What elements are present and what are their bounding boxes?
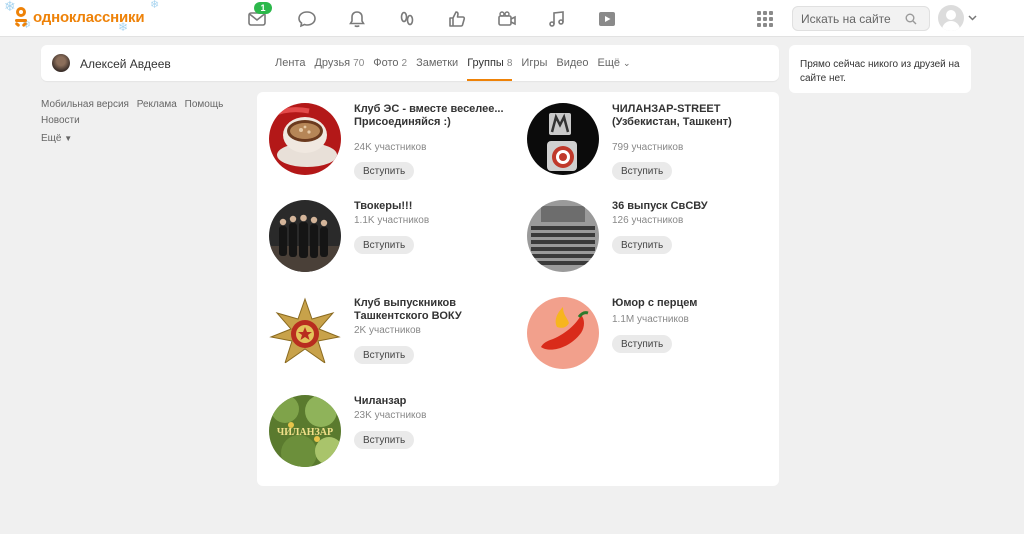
group-members: 23K участников: [354, 410, 427, 421]
tab-video[interactable]: Видео: [556, 45, 588, 81]
group-members: 799 участников: [612, 142, 684, 153]
group-avatar[interactable]: [527, 200, 599, 272]
messages-button[interactable]: 1: [232, 2, 282, 29]
join-button[interactable]: Вступить: [354, 431, 415, 449]
avatar: [938, 5, 964, 31]
link-news[interactable]: Новости: [41, 115, 80, 126]
notifications-button[interactable]: [332, 9, 382, 29]
online-friends-text: Прямо сейчас никого из друзей на сайте н…: [800, 59, 960, 84]
notification-badge: 1: [254, 2, 272, 14]
group-avatar[interactable]: [527, 297, 599, 369]
group-card: ЧИЛАНЗАР Чиланзар 23K участников Вступит…: [269, 395, 519, 471]
group-members: 24K участников: [354, 142, 427, 153]
tab-feed[interactable]: Лента: [275, 45, 305, 81]
group-members: 1.1M участников: [612, 314, 689, 325]
chat-icon: [298, 11, 316, 28]
join-button[interactable]: Вступить: [612, 236, 673, 254]
tab-photos[interactable]: Фото 2: [373, 45, 407, 81]
join-button[interactable]: Вступить: [612, 162, 673, 180]
music-button[interactable]: [532, 9, 582, 29]
group-members: 2K участников: [354, 325, 421, 336]
join-button[interactable]: Вступить: [354, 346, 415, 364]
discussions-button[interactable]: [282, 9, 332, 29]
profile-nav-card: Алексей Авдеев Лента Друзья 70 Фото 2 Заме…: [41, 45, 779, 81]
group-card: Клуб выпускников Ташкентского ВОКУ 2K уч…: [269, 297, 519, 373]
top-bar: ❄ ❄ ❄ ❄ одноклассники 1: [0, 0, 1024, 37]
chevron-down-icon: ⌄: [623, 58, 631, 68]
search-input[interactable]: [801, 11, 905, 26]
group-avatar[interactable]: [269, 200, 341, 272]
group-members: 126 участников: [612, 215, 684, 226]
link-mobile-version[interactable]: Мобильная версия: [41, 99, 129, 110]
chevron-down-icon: [968, 15, 977, 21]
footer-links: Мобильная версия Реклама Помощь Новости …: [41, 97, 251, 147]
online-friends-panel: Прямо сейчас никого из друзей на сайте н…: [789, 45, 971, 93]
apps-grid-icon[interactable]: [757, 11, 773, 27]
group-card: 36 выпуск СвСВУ 126 участников Вступить: [527, 200, 777, 276]
caret-down-icon: ▼: [64, 134, 73, 143]
profile-tabs: Лента Друзья 70 Фото 2 Заметки Группы 8 Игр…: [275, 45, 640, 81]
tab-games[interactable]: Игры: [521, 45, 547, 81]
video-calls-button[interactable]: [482, 9, 532, 29]
group-image-text: ЧИЛАНЗАР: [277, 427, 333, 438]
user-menu[interactable]: [938, 5, 977, 31]
group-avatar[interactable]: [269, 103, 341, 175]
group-name[interactable]: Твокеры!!!: [354, 200, 514, 213]
site-logo[interactable]: одноклассники: [14, 7, 145, 28]
tab-count: 70: [353, 58, 365, 69]
group-name[interactable]: Клуб ЭС - вместе веселее... Присоединяйс…: [354, 103, 514, 129]
join-button[interactable]: Вступить: [354, 236, 415, 254]
group-name[interactable]: 36 выпуск СвСВУ: [612, 200, 772, 213]
tab-groups[interactable]: Группы 8: [467, 45, 513, 81]
guests-icon: [400, 11, 414, 26]
tab-count: 8: [506, 58, 513, 69]
group-avatar[interactable]: [527, 103, 599, 175]
profile-avatar[interactable]: [52, 54, 70, 72]
guests-button[interactable]: [382, 9, 432, 29]
search-box: [792, 6, 930, 31]
search-icon[interactable]: [905, 13, 917, 25]
bell-icon: [349, 11, 365, 28]
like-icon: [449, 11, 466, 27]
group-card: Клуб ЭС - вместе веселее... Присоединяйс…: [269, 103, 519, 180]
video-camera-icon: [498, 11, 516, 26]
events-button[interactable]: [432, 9, 482, 29]
group-name[interactable]: ЧИЛАНЗАР-STREET (Узбекистан, Ташкент): [612, 103, 772, 129]
group-avatar[interactable]: [269, 297, 341, 369]
group-card: ЧИЛАНЗАР-STREET (Узбекистан, Ташкент) 79…: [527, 103, 777, 180]
snowflake-icon: ❄: [150, 0, 160, 11]
link-more[interactable]: Ещё ▼: [41, 131, 72, 147]
group-name[interactable]: Клуб выпускников Ташкентского ВОКУ: [354, 297, 514, 323]
group-name[interactable]: Юмор с перцем: [612, 297, 772, 310]
join-button[interactable]: Вступить: [354, 162, 415, 180]
tab-count: 2: [401, 58, 408, 69]
group-avatar[interactable]: ЧИЛАНЗАР: [269, 395, 341, 467]
profile-name[interactable]: Алексей Авдеев: [80, 57, 171, 71]
logo-text: одноклассники: [33, 8, 145, 26]
video-play-icon: [599, 12, 615, 26]
tab-more[interactable]: Ещё ⌄: [598, 45, 631, 81]
ok-logo-icon: [14, 7, 28, 28]
link-help[interactable]: Помощь: [185, 99, 224, 110]
join-button[interactable]: Вступить: [612, 335, 673, 353]
groups-panel: Клуб ЭС - вместе веселее... Присоединяйс…: [257, 92, 779, 486]
group-card: Твокеры!!! 1.1K участников Вступить: [269, 200, 519, 276]
video-button[interactable]: [582, 9, 632, 29]
group-name[interactable]: Чиланзар: [354, 395, 514, 408]
main-nav: 1: [232, 2, 632, 29]
music-icon: [549, 11, 564, 27]
link-ads[interactable]: Реклама: [137, 99, 177, 110]
group-card: Юмор с перцем 1.1M участников Вступить: [527, 297, 777, 373]
group-members: 1.1K участников: [354, 215, 430, 226]
tab-notes[interactable]: Заметки: [416, 45, 458, 81]
tab-friends[interactable]: Друзья 70: [314, 45, 364, 81]
